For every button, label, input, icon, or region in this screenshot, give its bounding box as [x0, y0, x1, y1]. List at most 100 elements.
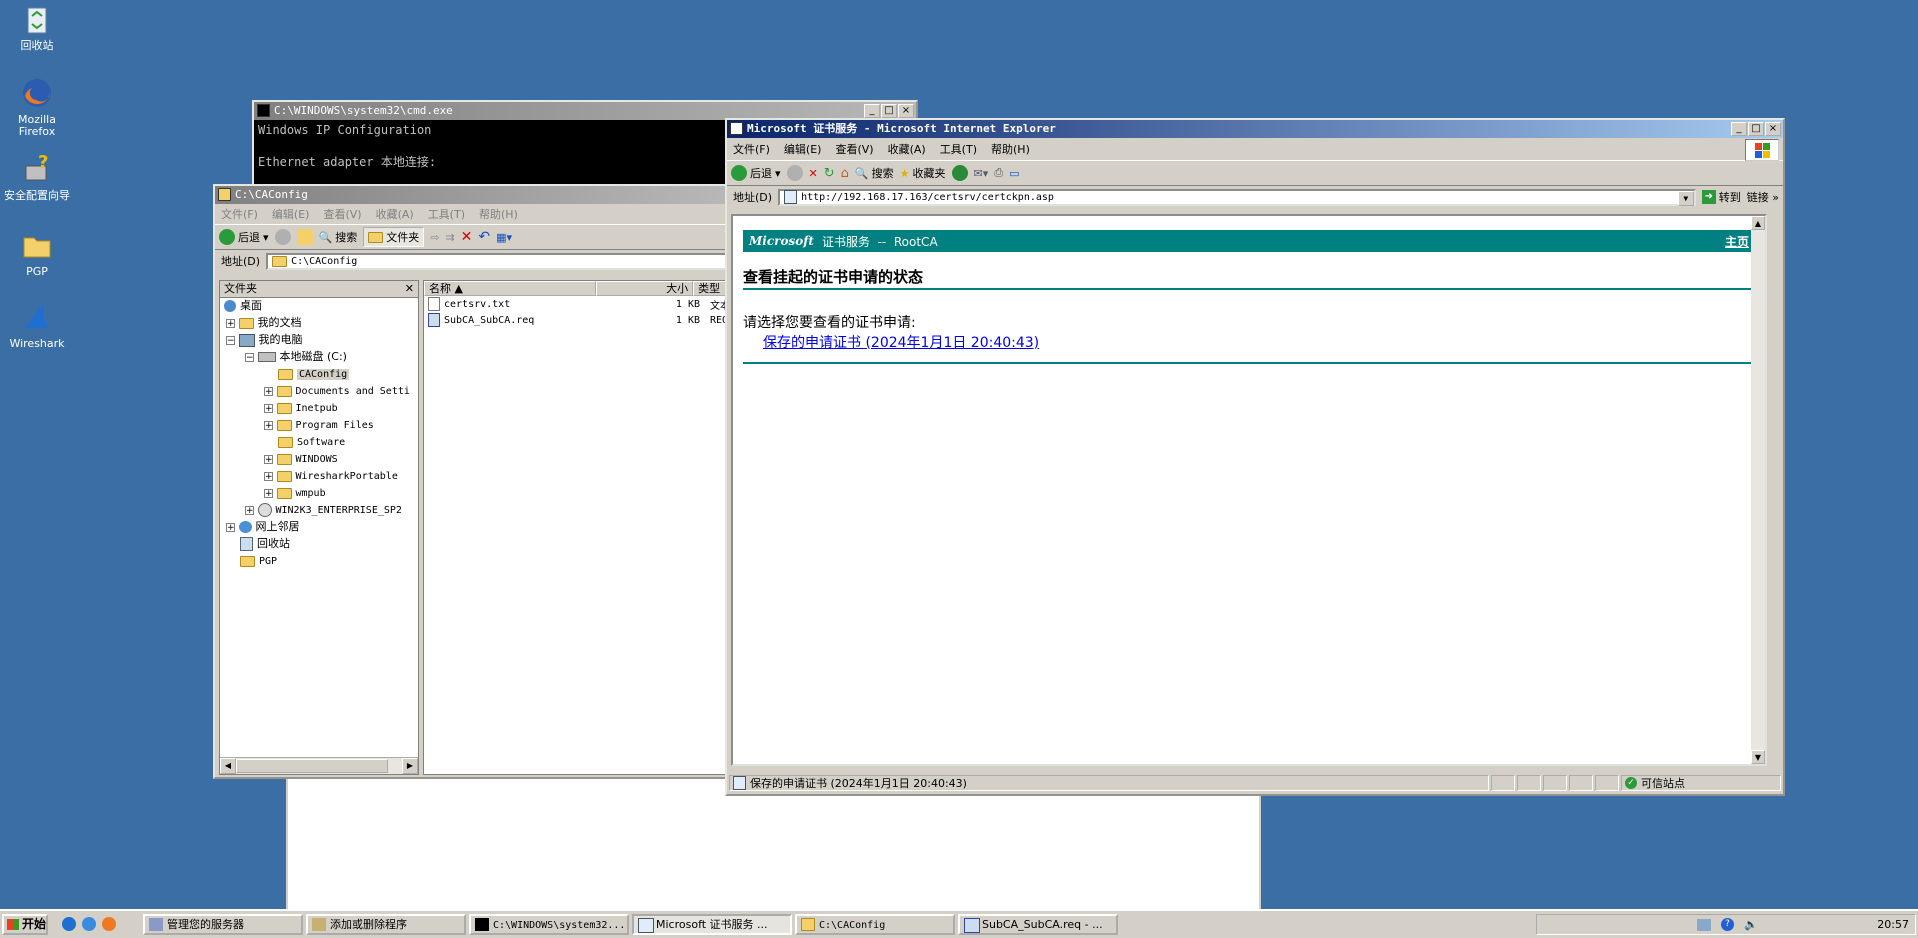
copy-to-icon[interactable]: ⇉	[445, 231, 454, 244]
tree-item-wiresharkportable[interactable]: + WiresharkPortable	[264, 469, 398, 483]
expand-icon[interactable]: +	[264, 420, 273, 430]
expand-icon[interactable]: +	[226, 522, 235, 532]
ie-content-area[interactable]: Microsoft 证书服务 -- RootCA 主页 查看挂起的证书申请的状态…	[731, 214, 1767, 766]
menu-tools[interactable]: 工具(T)	[428, 206, 465, 222]
menu-favorites[interactable]: 收藏(A)	[888, 141, 926, 157]
start-button[interactable]: 开始	[2, 914, 48, 935]
firefox-icon[interactable]	[102, 917, 116, 931]
desktop-icon-pgp[interactable]: PGP	[0, 228, 74, 278]
menu-help[interactable]: 帮助(H)	[991, 141, 1030, 157]
menu-tools[interactable]: 工具(T)	[940, 141, 977, 157]
refresh-icon[interactable]: ↻	[824, 166, 835, 181]
menu-favorites[interactable]: 收藏(A)	[376, 206, 414, 222]
tree-item-wmpub[interactable]: + wmpub	[264, 486, 326, 500]
minimize-button[interactable]: _	[864, 104, 880, 118]
explorer-window[interactable]: C:\CAConfig 文件(F) 编辑(E) 查看(V) 收藏(A) 工具(T…	[213, 184, 733, 779]
search-button[interactable]: 🔍 搜索	[319, 229, 358, 245]
expand-icon[interactable]: +	[245, 505, 254, 515]
scroll-right-button[interactable]: ▶	[402, 758, 418, 774]
ie-titlebar[interactable]: Microsoft 证书服务 - Microsoft Internet Expl…	[727, 120, 1783, 138]
explorer-titlebar[interactable]: C:\CAConfig	[215, 186, 731, 204]
tree-item-program-files[interactable]: + Program Files	[264, 418, 374, 432]
security-zone-panel[interactable]: ✓ 可信站点	[1621, 775, 1781, 791]
scroll-down-button[interactable]: ▼	[1751, 750, 1765, 764]
file-row[interactable]: certsrv.txt 1 KB 文本	[424, 296, 732, 312]
favorites-button[interactable]: ★ 收藏夹	[900, 165, 946, 181]
tree-item-local-disk[interactable]: − 本地磁盘 (C:)	[245, 350, 347, 364]
search-button[interactable]: 🔍 搜索	[855, 165, 894, 181]
delete-icon[interactable]: ✕	[461, 229, 473, 245]
taskbar-task[interactable]: 添加或删除程序	[306, 914, 466, 935]
address-field[interactable]: C:\CAConfig	[266, 252, 731, 270]
history-icon[interactable]	[951, 165, 968, 181]
vertical-scrollbar[interactable]: ▲ ▼	[1751, 216, 1765, 764]
minimize-button[interactable]: _	[1731, 122, 1747, 136]
tree-item-network-places[interactable]: + 网上邻居	[226, 520, 300, 534]
move-to-icon[interactable]: ⇨	[430, 231, 439, 244]
edit-page-icon[interactable]: ▭	[1009, 167, 1019, 180]
tree-item-caconfig[interactable]: CAConfig	[278, 367, 350, 381]
tree-item-documents-and-settings[interactable]: + Documents and Setti	[264, 384, 410, 398]
collapse-icon[interactable]: −	[226, 335, 235, 345]
home-icon[interactable]: ⌂	[841, 166, 849, 181]
close-button[interactable]: ×	[898, 104, 914, 118]
tree-item-my-documents[interactable]: + 我的文档	[226, 316, 302, 330]
print-icon[interactable]: ⎙	[994, 166, 1003, 180]
taskbar-task[interactable]: 管理您的服务器	[143, 914, 303, 935]
close-pane-icon[interactable]: ✕	[405, 281, 414, 297]
saved-request-link[interactable]: 保存的申请证书 (2024年1月1日 20:40:43)	[763, 332, 1039, 352]
menu-help[interactable]: 帮助(H)	[479, 206, 518, 222]
clock[interactable]: 20:57	[1877, 918, 1915, 931]
file-row[interactable]: SubCA_SubCA.req 1 KB REQ	[424, 312, 732, 328]
maximize-button[interactable]: □	[881, 104, 897, 118]
tree-item-windows[interactable]: + WINDOWS	[264, 452, 338, 466]
expand-icon[interactable]: +	[264, 454, 273, 464]
maximize-button[interactable]: □	[1748, 122, 1764, 136]
horizontal-scrollbar[interactable]: ◀ ▶	[220, 757, 418, 774]
address-field[interactable]: http://192.168.17.163/certsrv/certckpn.a…	[778, 188, 1696, 206]
links-button[interactable]: 链接 »	[1747, 189, 1783, 205]
menu-file[interactable]: 文件(F)	[221, 206, 258, 222]
tree-item-pgp[interactable]: PGP	[240, 554, 277, 568]
expand-icon[interactable]: +	[264, 488, 273, 498]
scroll-left-button[interactable]: ◀	[220, 758, 236, 774]
mail-icon[interactable]: ✉▾	[974, 167, 989, 180]
forward-arrow-icon[interactable]	[274, 229, 291, 245]
back-button[interactable]: 后退 ▾	[731, 165, 781, 181]
address-dropdown-icon[interactable]: ▼	[1677, 190, 1694, 206]
expand-icon[interactable]: +	[264, 471, 273, 481]
home-link[interactable]: 主页	[1725, 233, 1749, 250]
menu-view[interactable]: 查看(V)	[835, 141, 873, 157]
tree-item-my-computer[interactable]: − 我的电脑	[226, 333, 303, 347]
scroll-thumb[interactable]	[236, 759, 388, 773]
column-header-name[interactable]: 名称 ▲	[424, 281, 597, 296]
network-tray-icon[interactable]	[1697, 918, 1711, 931]
tree-item-cd-drive[interactable]: + WIN2K3_ENTERPRISE_SP2	[245, 503, 402, 517]
views-icon[interactable]: ▦▾	[496, 231, 512, 244]
expand-icon[interactable]: +	[226, 318, 235, 328]
go-button[interactable]: ➜ 转到	[1701, 189, 1741, 205]
ie-icon[interactable]	[62, 917, 76, 931]
forward-arrow-icon[interactable]	[786, 165, 803, 181]
stop-icon[interactable]: ✕	[809, 167, 818, 180]
expand-icon[interactable]: +	[264, 403, 273, 413]
taskbar-task[interactable]: Microsoft 证书服务 ...	[632, 914, 792, 935]
back-button[interactable]: 后退 ▾	[219, 229, 269, 245]
collapse-icon[interactable]: −	[245, 352, 254, 362]
taskbar-task[interactable]: SubCA_SubCA.req - ...	[958, 914, 1118, 935]
menu-edit[interactable]: 编辑(E)	[784, 141, 822, 157]
tree-item-recycle-bin[interactable]: 回收站	[240, 537, 290, 551]
column-header-size[interactable]: 大小	[596, 281, 694, 296]
tree-item-inetpub[interactable]: + Inetpub	[264, 401, 338, 415]
close-button[interactable]: ×	[1765, 122, 1781, 136]
up-folder-icon[interactable]	[296, 229, 313, 245]
taskbar-task[interactable]: C:\CAConfig	[795, 914, 955, 935]
menu-file[interactable]: 文件(F)	[733, 141, 770, 157]
help-tray-icon[interactable]: ?	[1721, 918, 1734, 931]
menu-edit[interactable]: 编辑(E)	[272, 206, 310, 222]
desktop-icon-recycle-bin[interactable]: 回收站	[0, 2, 74, 52]
desktop-icon-wireshark[interactable]: Wireshark	[0, 300, 74, 350]
undo-icon[interactable]: ↶	[478, 229, 490, 245]
desktop-icon-firefox[interactable]: Mozilla Firefox	[0, 76, 74, 138]
taskbar-task[interactable]: C:\WINDOWS\system32...	[469, 914, 629, 935]
